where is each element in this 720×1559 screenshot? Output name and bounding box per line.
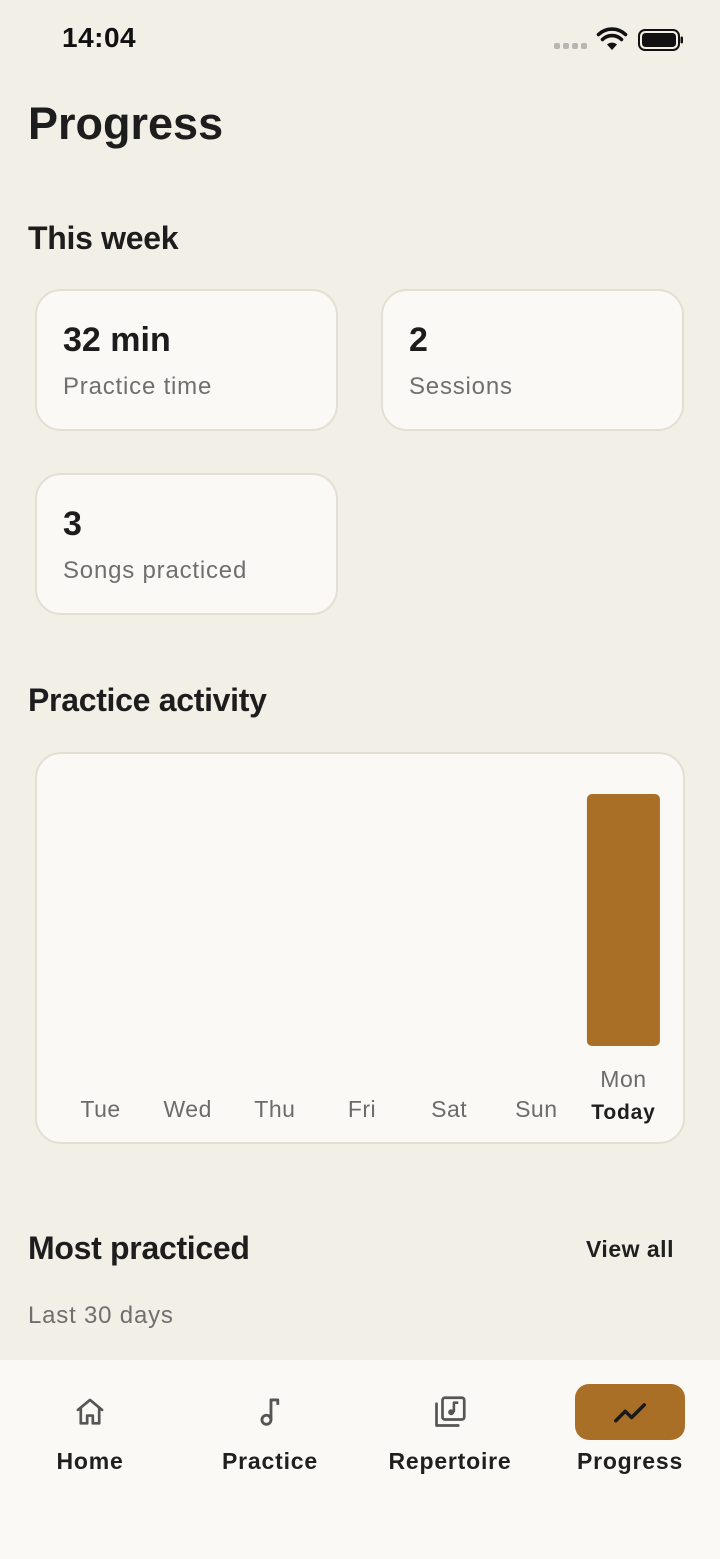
stat-value: 3	[63, 505, 82, 543]
this-week-heading: This week	[28, 220, 179, 256]
activity-chart-svg: Tue Wed Thu Fri Sat Sun Mon Today	[80, 794, 660, 1124]
nav-item-practice[interactable]: Practice	[180, 1360, 360, 1490]
page-title: Progress	[28, 98, 224, 149]
home-icon	[76, 1398, 104, 1425]
nav-item-home[interactable]: Home	[0, 1360, 180, 1490]
x-tick-label: Sat	[431, 1096, 467, 1122]
x-tick-label: Wed	[164, 1096, 212, 1122]
music-note-icon	[260, 1398, 280, 1426]
wifi-icon	[596, 27, 628, 50]
practice-activity-heading: Practice activity	[28, 682, 267, 718]
stat-label: Sessions	[409, 373, 513, 400]
nav-icon-container	[575, 1384, 685, 1440]
nav-label: Repertoire	[388, 1448, 512, 1474]
bar-mon	[586, 794, 660, 1046]
battery-icon	[638, 29, 683, 51]
status-time: 14:04	[62, 22, 137, 53]
nav-icon-container	[395, 1384, 505, 1440]
view-all-link[interactable]: View all	[586, 1236, 674, 1263]
x-tick-label: Mon	[600, 1066, 646, 1092]
trending-up-icon	[614, 1403, 646, 1423]
stat-label: Songs practiced	[63, 557, 248, 584]
songs-practiced-card: 3 Songs practiced	[35, 473, 338, 615]
today-label: Today	[591, 1101, 655, 1124]
practice-time-card: 32 min Practice time	[35, 289, 338, 431]
x-tick-label: Sun	[515, 1096, 557, 1122]
stat-label: Practice time	[63, 373, 213, 400]
nav-icon-container	[215, 1384, 325, 1440]
x-tick-label: Tue	[80, 1096, 120, 1122]
nav-label: Progress	[576, 1448, 684, 1474]
music-library-icon	[435, 1396, 466, 1427]
most-practiced-subtitle: Last 30 days	[28, 1302, 174, 1329]
practice-activity-chart: Tue Wed Thu Fri Sat Sun Mon Today	[35, 752, 685, 1144]
bottom-navigation: Home Practice Repertoire Progress	[0, 1360, 720, 1559]
status-bar: 14:04	[0, 0, 720, 80]
nav-item-repertoire[interactable]: Repertoire	[360, 1360, 540, 1490]
most-practiced-heading: Most practiced	[28, 1230, 250, 1266]
x-tick-label: Thu	[254, 1096, 295, 1122]
nav-label: Home	[56, 1448, 124, 1474]
nav-item-progress[interactable]: Progress	[540, 1360, 720, 1490]
cellular-signal-icon	[554, 43, 587, 49]
nav-label: Practice	[222, 1448, 318, 1474]
x-tick-label: Fri	[348, 1096, 376, 1122]
stat-value: 2	[409, 321, 428, 359]
nav-icon-container	[35, 1384, 145, 1440]
sessions-card: 2 Sessions	[381, 289, 684, 431]
stat-value: 32 min	[63, 321, 171, 359]
